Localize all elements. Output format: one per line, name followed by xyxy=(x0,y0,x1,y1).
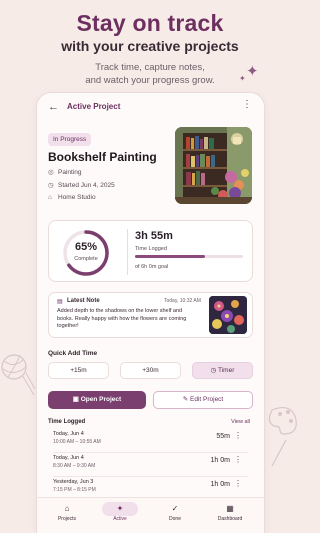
project-cover-image[interactable] xyxy=(175,127,252,204)
palette-small-icon: ◎ xyxy=(48,169,54,176)
nav-dashboard-label: Dashboard xyxy=(217,516,243,522)
log-duration: 55m xyxy=(216,433,230,440)
goal-progress-fill xyxy=(135,255,206,258)
add-30m-button[interactable]: +30m xyxy=(120,362,181,379)
back-arrow-icon[interactable]: ← xyxy=(48,101,59,113)
time-log-row[interactable]: Today, Jun 4 10:00 AM – 10:55 AM 55m ⋮ xyxy=(48,429,253,453)
add-30m-label: +30m xyxy=(142,367,159,374)
hero: Stay on track with your creative project… xyxy=(0,0,300,100)
start-date-label: Started Jun 4, 2025 xyxy=(58,182,115,189)
timer-label: Timer xyxy=(218,367,235,374)
category-label: Painting xyxy=(58,169,82,176)
note-title: Latest Note xyxy=(67,298,100,304)
dashboard-grid-icon: ▦ xyxy=(226,504,234,513)
time-log-row[interactable]: Today, Jun 4 8:30 AM – 9:30 AM 1h 0m ⋮ xyxy=(48,453,253,477)
note-body: Added depth to the shadows on the lower … xyxy=(57,308,187,329)
phone-screen: ← Active Project ⋮ In Progress Bookshelf… xyxy=(37,93,264,533)
open-project-label: Open Project xyxy=(80,396,122,403)
log-date: Today, Jun 4 xyxy=(53,455,84,461)
sparkle-nav-icon: ✦ xyxy=(116,504,124,513)
nav-done[interactable]: ✓ Done xyxy=(150,498,200,533)
log-date: Yesterday, Jun 3 xyxy=(53,479,94,485)
tag-icon: ⌂ xyxy=(48,194,52,201)
log-time-range: 7:15 PM – 8:15 PM xyxy=(53,487,96,493)
note-icon: ▤ xyxy=(57,299,63,305)
home-icon: ⌂ xyxy=(64,504,70,513)
screen-title: Active Project xyxy=(67,102,121,111)
location-label: Home Studio xyxy=(58,194,96,201)
timer-icon: ◷ xyxy=(210,367,218,374)
row-more-icon[interactable]: ⋮ xyxy=(234,479,242,488)
sparkle-icon: ✦ xyxy=(246,63,259,80)
progress-card: 65% Complete 3h 55m Time Logged of 6h 0m… xyxy=(48,220,253,282)
nav-done-label: Done xyxy=(169,516,181,522)
progress-percent: 65% xyxy=(74,241,98,253)
edit-project-label: Edit Project xyxy=(190,396,224,403)
hero-subtitle: with your creative projects xyxy=(61,38,239,54)
timer-button[interactable]: ◷ Timer xyxy=(192,362,253,379)
more-options-icon[interactable]: ⋮ xyxy=(242,100,252,110)
project-category: ◎ Painting xyxy=(48,168,82,176)
log-duration: 1h 0m xyxy=(210,481,230,488)
add-15m-label: +15m xyxy=(70,367,87,374)
nav-active-label: Active xyxy=(113,516,127,522)
check-circle-icon: ✓ xyxy=(171,504,179,513)
sparkle-small-icon: ✦ xyxy=(239,74,246,83)
view-all-link[interactable]: View all xyxy=(231,419,250,425)
project-title: Bookshelf Painting xyxy=(48,150,157,164)
log-time-range: 8:30 AM – 9:30 AM xyxy=(53,463,96,469)
quick-add-label: Quick Add Time xyxy=(48,350,98,357)
flowers-thumbnail-image xyxy=(209,296,247,334)
nav-projects[interactable]: ⌂ Projects xyxy=(42,498,92,533)
goal-progress-bar xyxy=(135,255,243,258)
goal-text: of 6h 0m goal xyxy=(135,264,169,270)
bottom-navigation: ⌂ Projects ✦ Active ✓ Done ▦ Dashboard xyxy=(37,497,264,533)
progress-ring xyxy=(63,230,109,276)
progress-complete-label: Complete xyxy=(74,256,98,262)
time-logged-label: Time Logged xyxy=(135,246,167,252)
note-date: Today, 10:32 AM xyxy=(164,298,201,304)
log-time-range: 10:00 AM – 10:55 AM xyxy=(53,439,101,445)
row-more-icon[interactable]: ⋮ xyxy=(234,455,242,464)
status-badge: In Progress xyxy=(48,133,92,146)
yarn-ball-icon xyxy=(1,354,36,396)
latest-note-card[interactable]: ▤ Latest Note Today, 10:32 AM Added dept… xyxy=(48,292,253,338)
nav-active[interactable]: ✦ Active xyxy=(95,498,145,533)
log-date: Today, Jun 4 xyxy=(53,431,84,437)
open-icon: ▣ xyxy=(72,396,81,403)
project-location: ⌂ Home Studio xyxy=(48,194,96,201)
bookshelf-painting-image xyxy=(175,127,252,204)
clock-icon: ◷ xyxy=(48,182,54,189)
open-project-button[interactable]: ▣ Open Project xyxy=(48,391,146,409)
top-app-bar: ← Active Project ⋮ xyxy=(37,93,264,121)
add-15m-button[interactable]: +15m xyxy=(48,362,109,379)
palette-icon xyxy=(268,407,297,467)
row-more-icon[interactable]: ⋮ xyxy=(234,431,242,440)
nav-dashboard[interactable]: ▦ Dashboard xyxy=(205,498,255,533)
edit-project-button[interactable]: ✎ Edit Project xyxy=(153,391,253,409)
time-logged-value: 3h 55m xyxy=(135,230,173,242)
card-divider xyxy=(127,229,128,275)
nav-projects-label: Projects xyxy=(57,516,77,522)
note-thumbnail[interactable] xyxy=(209,296,247,334)
project-start-date: ◷ Started Jun 4, 2025 xyxy=(48,181,115,189)
time-log-header: Time Logged xyxy=(48,419,86,425)
log-duration: 1h 0m xyxy=(210,457,230,464)
pencil-icon: ✎ xyxy=(182,396,190,403)
hero-title: Stay on track xyxy=(76,10,224,36)
